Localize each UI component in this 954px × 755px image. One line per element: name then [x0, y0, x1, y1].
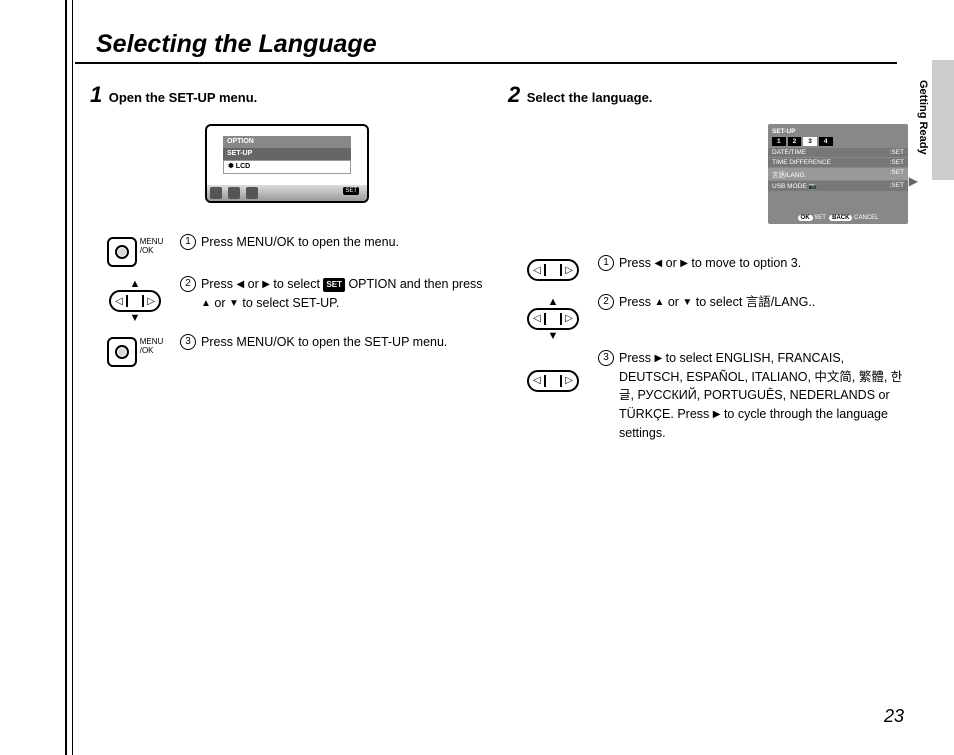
instr-1-2: ▲ ◁▷ ▼ 2 Press ◀ or ▶ to select SET OPTI… [90, 275, 490, 325]
sub-num-r1: 1 [598, 255, 614, 271]
sub-text-1: Press MENU/OK to open the menu. [201, 233, 399, 252]
instr-2-2: ▲ ◁▷ ▼ 2 Press ▲ or ▼ to select 言語/LANG.… [508, 293, 908, 341]
menu-ok-label-2: MENU /OK [140, 337, 164, 367]
sub-text-3: Press MENU/OK to open the SET-UP menu. [201, 333, 447, 352]
side-tab-label: Getting Ready [917, 80, 929, 155]
screen2-head: SET-UP [768, 124, 908, 137]
sub-text-2: Press ◀ or ▶ to select SET OPTION and th… [201, 275, 490, 313]
page-number: 23 [884, 706, 904, 727]
menu-ok-button-icon [107, 237, 137, 267]
column-left: 1 Open the SET-UP menu. OPTION SET-UP ✽ … [90, 82, 490, 375]
screen2-row-2: TIME DIFFERENCE:SET [768, 158, 908, 167]
page-title: Selecting the Language [96, 30, 377, 59]
sub-num-r2: 2 [598, 294, 614, 310]
screen2-row-3: 言語/LANG.:SET [768, 168, 908, 180]
screen-1-illustration: OPTION SET-UP ✽ LCD SET [205, 124, 490, 203]
instr-1-1: MENU /OK 1 Press MENU/OK to open the menu… [90, 233, 490, 267]
step-2-number: 2 [508, 82, 520, 107]
sub-num-3: 3 [180, 334, 196, 350]
sub-num-r3: 3 [598, 350, 614, 366]
menu-ok-label: MENU /OK [140, 237, 164, 267]
screen2-row-1: DATE/TIME:SET [768, 148, 908, 157]
screen1-set-badge: SET [343, 187, 359, 195]
instr-1-3: MENU /OK 3 Press MENU/OK to open the SET-… [90, 333, 490, 367]
dpad-icon: ▲ ◁▷ ▼ [108, 279, 162, 323]
sub-num-2: 2 [180, 276, 196, 292]
column-right: 2 Select the language. SET-UP 1 2 3 4 DA… [508, 82, 908, 463]
sub-text-r3: Press ▶ to select ENGLISH, FRANCAIS, DEU… [619, 349, 908, 443]
sub-text-r2: Press ▲ or ▼ to select 言語/LANG.. [619, 293, 815, 312]
dpad-icon-r3: ◁▷ [526, 369, 580, 393]
screen1-row-setup: SET-UP [223, 148, 351, 160]
screen2-tabs: 1 2 3 4 [768, 137, 908, 148]
side-tab [932, 60, 954, 180]
step-1-header: 1 Open the SET-UP menu. [90, 82, 490, 108]
menu-ok-button-icon-2 [107, 337, 137, 367]
screen1-bottombar: SET [207, 185, 367, 201]
screen2-row-4: USB MODE 📷:SET [768, 181, 908, 191]
screen-2-illustration: SET-UP 1 2 3 4 DATE/TIME:SET TIME DIFFER… [638, 124, 908, 224]
instr-2-3: ◁▷ 3 Press ▶ to select ENGLISH, FRANCAIS… [508, 349, 908, 455]
screen2-foot: OK SET BACK CANCEL [768, 215, 908, 221]
page-spine [65, 0, 73, 755]
title-underline [75, 62, 897, 64]
sub-num-1: 1 [180, 234, 196, 250]
screen1-row-option: OPTION [223, 136, 351, 148]
sub-text-r1: Press ◀ or ▶ to move to option 3. [619, 254, 801, 273]
screen1-row-lcd: ✽ LCD [223, 160, 351, 174]
step-2-title: Select the language. [527, 90, 653, 105]
dpad-icon-r1: ◁▷ [526, 258, 580, 282]
instr-2-1: ◁▷ 1 Press ◀ or ▶ to move to option 3. [508, 254, 908, 285]
dpad-icon-r2: ▲ ◁▷ ▼ [526, 297, 580, 341]
step-2-header: 2 Select the language. [508, 82, 908, 108]
screen2-right-arrow-icon: ▶ [909, 174, 918, 188]
step-1-number: 1 [90, 82, 102, 107]
step-1-title: Open the SET-UP menu. [109, 90, 258, 105]
